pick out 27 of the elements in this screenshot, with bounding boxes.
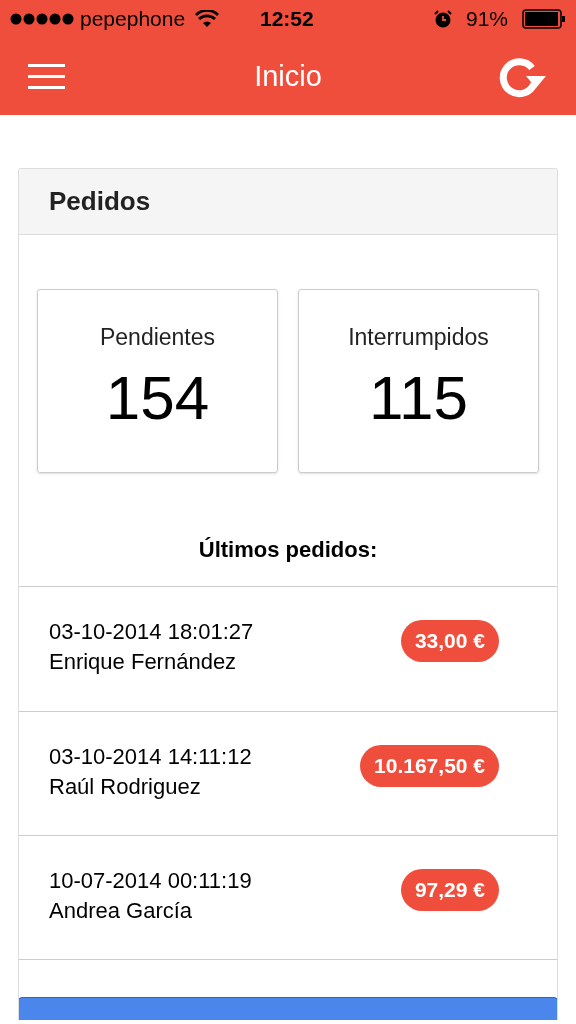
clock-time: 12:52 bbox=[260, 6, 314, 33]
stat-value: 154 bbox=[105, 366, 210, 429]
order-date: 03-10-2014 14:11:12 bbox=[49, 743, 252, 771]
customer-name: Raúl Rodriguez bbox=[49, 773, 202, 801]
alarm-icon bbox=[433, 10, 452, 28]
customer-name: Andrea García bbox=[49, 897, 194, 925]
battery-percent: 91% bbox=[465, 6, 508, 33]
stat-label: Interrumpidos bbox=[348, 323, 489, 352]
screen-title: Inicio bbox=[254, 58, 322, 94]
carrier-name: pepephone bbox=[80, 6, 186, 33]
amount-badge: 10.167,50 € bbox=[360, 745, 499, 787]
section-title: Últimos pedidos: bbox=[198, 537, 378, 562]
stat-label: Pendientes bbox=[99, 323, 216, 352]
customer-name: Enrique Fernández bbox=[49, 648, 238, 676]
order-row[interactable]: 03-10-2014 14:11:12 Raúl Rodriguez 10.167,50 € bbox=[19, 711, 557, 835]
order-date: 03-10-2014 18:01:27 bbox=[49, 618, 254, 646]
wifi-icon bbox=[195, 10, 220, 28]
order-row[interactable]: 10-07-2014 00:11:19 Andrea García 97,29 € bbox=[19, 835, 557, 959]
amount-badge: 33,00 € bbox=[400, 620, 499, 662]
panel-title: Pedidos bbox=[49, 185, 151, 218]
menu-icon[interactable] bbox=[28, 64, 65, 89]
battery-icon bbox=[522, 9, 566, 29]
signal-icon bbox=[10, 13, 74, 25]
stat-value: 115 bbox=[369, 366, 468, 429]
amount-badge: 97,29 € bbox=[400, 869, 499, 911]
order-date: 10-07-2014 00:11:19 bbox=[49, 867, 252, 895]
order-row[interactable]: 03-10-2014 18:01:27 Enrique Fernández 33,00 € bbox=[19, 587, 557, 711]
